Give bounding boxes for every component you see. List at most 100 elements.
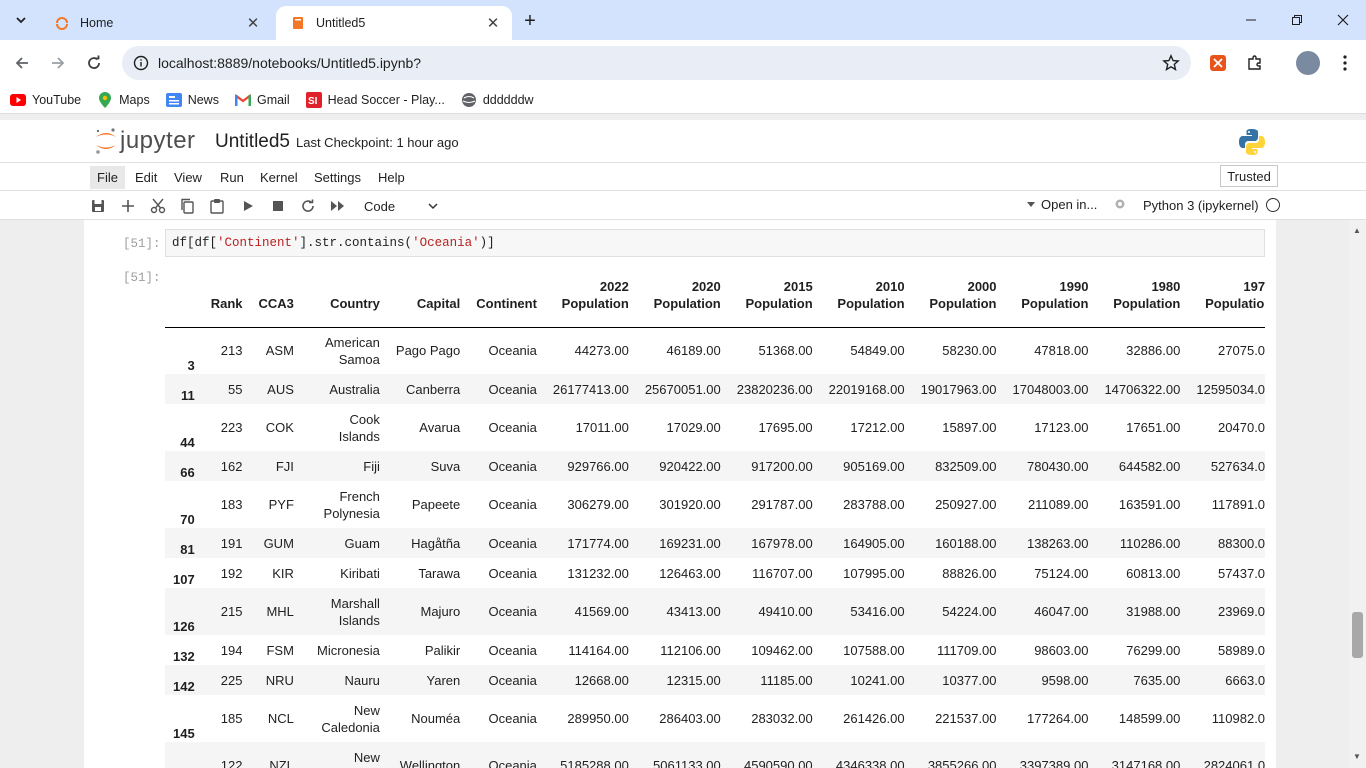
table-cell: 183 [220,497,243,512]
table-row: 11 55 AUS Australia Canberra Oceania 26177413.… [165,374,1265,404]
table-cell: Tarawa [418,565,461,581]
trusted-indicator[interactable]: Trusted [1220,165,1278,187]
menu-kernel[interactable]: Kernel [253,166,305,189]
table-cell: 3147168.00 [1111,758,1181,768]
table-row: 145 185 NCL New Caledonia Nouméa Oceania 28995… [165,695,1265,742]
table-cell: 192 [220,565,243,581]
paste-icon[interactable] [207,196,227,216]
notebook-title[interactable]: Untitled5 [215,131,290,153]
row-index: 142 [173,679,195,694]
open-in-button[interactable]: Open in... [1026,197,1097,212]
close-tab-icon[interactable]: ✕ [244,14,262,32]
bookmark-gmail[interactable]: Gmail [234,92,290,108]
table-cell: 117891.00 [1211,497,1265,512]
menu-view[interactable]: View [167,166,209,189]
close-window-icon[interactable] [1320,0,1366,40]
table-cell: Oceania [488,497,537,512]
bookmark-news[interactable]: News [165,92,219,108]
page-scrollbar[interactable]: ▲ ▼ [1349,220,1366,768]
minimize-icon[interactable] [1228,0,1274,40]
bookmark-maps[interactable]: Maps [97,91,150,108]
jupyter-logo[interactable]: jupyter [94,127,196,155]
code-token: ].str.contains( [299,236,413,250]
code-cell-input[interactable]: df[df['Continent'].str.contains('Oceania… [165,229,1265,257]
menu-edit[interactable]: Edit [128,166,164,189]
scrollbar-thumb[interactable] [1352,612,1363,658]
table-cell: 283032.00 [751,711,813,726]
table-cell: 17212.00 [850,420,905,435]
close-tab-icon[interactable]: ✕ [484,14,502,32]
table-cell: 167978.00 [751,535,813,551]
site-info-icon[interactable] [124,55,158,71]
column-header-line: 2015 [783,278,813,294]
row-index: 145 [173,726,195,741]
restore-icon[interactable] [1274,0,1320,40]
run-icon[interactable] [238,196,258,216]
restart-icon[interactable] [298,196,318,216]
table-row: 146 122 NZL New Zealand Wellington Oceania 518… [165,742,1265,768]
table-cell: 53416.00 [850,604,905,619]
back-arrow-icon[interactable] [8,49,36,77]
youtube-icon [10,92,26,108]
table-cell: GUM [263,535,294,551]
menu-help[interactable]: Help [371,166,412,189]
head-soccer-icon: SI [305,91,322,108]
table-cell: 929766.00 [567,458,629,474]
save-icon[interactable] [88,196,108,216]
table-cell: 163591.00 [1118,497,1181,512]
last-checkpoint: Last Checkpoint: 1 hour ago [296,135,459,150]
tab-title: Untitled5 [316,16,366,30]
kernel-name[interactable]: Python 3 (ipykernel) [1143,198,1259,213]
bookmark-star-icon[interactable] [1151,54,1191,72]
stop-icon[interactable] [268,196,288,216]
address-bar[interactable]: localhost:8889/notebooks/Untitled5.ipynb… [122,46,1191,80]
extensions-puzzle-icon[interactable] [1244,52,1266,74]
column-header-line: Population [929,295,997,311]
tab-home[interactable]: Home ✕ [40,6,272,40]
table-cell: Fiji [363,458,380,474]
code-string-token: 'Oceania' [412,236,480,250]
scroll-down-arrow-icon[interactable]: ▼ [1353,752,1361,761]
gmail-icon [234,92,251,108]
menu-run[interactable]: Run [213,166,251,189]
cut-icon[interactable] [148,196,168,216]
copy-icon[interactable] [177,196,197,216]
table-cell: 261426.00 [843,711,905,726]
table-body: 3 213 ASM American Samoa Pago Pago Oceania 442… [165,327,1265,768]
tab-untitled5[interactable]: Untitled5 ✕ [276,6,512,40]
bookmark-youtube[interactable]: YouTube [10,92,81,108]
table-cell: AUS [267,381,294,397]
reload-icon[interactable] [80,49,108,77]
table-cell: 213 [220,343,243,359]
column-header: Continent [476,295,537,311]
column-header: 2000 Population [913,270,1005,327]
add-cell-icon[interactable] [118,196,138,216]
table-cell: 211089.00 [1027,497,1089,512]
new-tab-plus-icon[interactable]: + [518,9,542,33]
table-cell: 2824061.00 [1203,758,1265,768]
bookmark-label: Maps [119,92,150,107]
restart-run-all-icon[interactable] [328,196,348,216]
bookmark-ddddddw[interactable]: ddddddw [461,92,534,108]
table-cell: 644582.00 [1118,458,1181,474]
forward-arrow-icon[interactable] [44,49,72,77]
table-cell: 54849.00 [850,343,905,359]
scroll-up-arrow-icon[interactable]: ▲ [1353,226,1361,235]
column-header: Country [330,295,380,311]
bookmark-head-soccer[interactable]: SI Head Soccer - Play... [305,91,445,108]
table-cell: COK [265,420,294,435]
table-cell: 301920.00 [659,497,721,512]
tab-search-button[interactable] [8,7,34,33]
extension-icon[interactable] [1207,52,1229,74]
column-header-line: Population [561,295,629,311]
table-cell: Oceania [488,343,537,359]
profile-avatar[interactable] [1296,51,1320,75]
table-cell: 20470.00 [1218,420,1265,435]
browser-menu-kebab-icon[interactable] [1334,52,1356,74]
table-cell: 291787.00 [751,497,813,512]
table-cell: American Samoa [302,327,388,374]
cell-type-select[interactable]: Code [358,195,444,217]
kernel-status-circle-icon [1266,198,1280,212]
menu-file[interactable]: File [90,166,125,189]
menu-settings[interactable]: Settings [307,166,368,189]
